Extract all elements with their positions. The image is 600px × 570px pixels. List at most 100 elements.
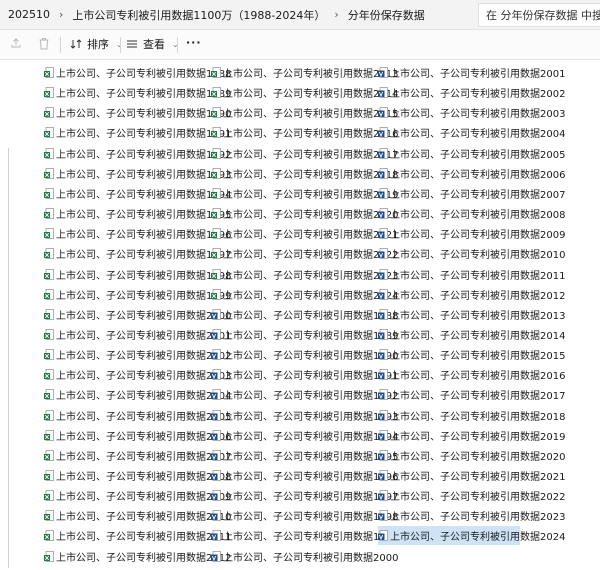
breadcrumb-item[interactable]: 分年份保存数据 (348, 7, 425, 23)
file-item[interactable]: 上市公司、子公司专利被引用数据2021 (378, 466, 565, 485)
file-item[interactable]: 上市公司、子公司专利被引用数据2017 (211, 144, 398, 163)
file-item[interactable]: 上市公司、子公司专利被引用数据2021 (211, 224, 398, 243)
file-item[interactable]: 上市公司、子公司专利被引用数据1995 (211, 446, 398, 465)
file-item[interactable]: 上市公司、子公司专利被引用数据2018 (211, 164, 398, 183)
file-item[interactable]: 上市公司、子公司专利被引用数据1999 (44, 285, 231, 304)
file-item[interactable]: 上市公司、子公司专利被引用数据1990 (211, 345, 398, 364)
file-item[interactable]: 上市公司、子公司专利被引用数据2006 (378, 164, 565, 183)
file-item[interactable]: 上市公司、子公司专利被引用数据2011 (378, 265, 565, 284)
file-item[interactable]: 上市公司、子公司专利被引用数据2010 (44, 506, 231, 525)
delete-icon[interactable] (38, 37, 50, 53)
file-item[interactable]: 上市公司、子公司专利被引用数据1996 (211, 466, 398, 485)
file-item[interactable]: 上市公司、子公司专利被引用数据2014 (211, 83, 398, 102)
file-item[interactable]: 上市公司、子公司专利被引用数据2022 (211, 244, 398, 263)
file-item[interactable]: 上市公司、子公司专利被引用数据2016 (378, 365, 565, 384)
file-item[interactable]: 上市公司、子公司专利被引用数据2020 (211, 204, 398, 223)
file-item[interactable]: 上市公司、子公司专利被引用数据2000 (211, 547, 398, 566)
file-item[interactable]: 上市公司、子公司专利被引用数据2008 (378, 204, 565, 223)
file-item[interactable]: 上市公司、子公司专利被引用数据2008 (44, 466, 231, 485)
file-item[interactable]: 上市公司、子公司专利被引用数据1995 (44, 204, 231, 223)
file-item[interactable]: 上市公司、子公司专利被引用数据2024 (211, 285, 398, 304)
document-file-icon (378, 87, 388, 99)
file-item[interactable]: 上市公司、子公司专利被引用数据2003 (378, 103, 565, 122)
file-item[interactable]: 上市公司、子公司专利被引用数据1997 (211, 486, 398, 505)
file-item[interactable]: 上市公司、子公司专利被引用数据1989 (211, 325, 398, 344)
address-bar[interactable]: 202510 › 上市公司专利被引用数据1100万（1988-2024年） › … (0, 0, 600, 30)
file-item[interactable]: 上市公司、子公司专利被引用数据2007 (378, 184, 565, 203)
file-item[interactable]: 上市公司、子公司专利被引用数据2018 (378, 406, 565, 425)
file-item[interactable]: 上市公司、子公司专利被引用数据2002 (44, 345, 231, 364)
file-item[interactable]: 上市公司、子公司专利被引用数据1994 (44, 184, 231, 203)
view-button[interactable]: 查看 ⌄ (126, 36, 179, 52)
file-item[interactable]: 上市公司、子公司专利被引用数据2015 (378, 345, 565, 364)
file-item[interactable]: 上市公司、子公司专利被引用数据2023 (378, 506, 565, 525)
sort-label: 排序 (87, 38, 109, 51)
file-item[interactable]: 上市公司、子公司专利被引用数据2022 (378, 486, 565, 505)
file-item[interactable]: 上市公司、子公司专利被引用数据2001 (44, 325, 231, 344)
file-item[interactable]: 上市公司、子公司专利被引用数据2001 (378, 63, 565, 82)
file-item[interactable]: 上市公司、子公司专利被引用数据2017 (378, 385, 565, 404)
file-item[interactable]: 上市公司、子公司专利被引用数据1992 (44, 144, 231, 163)
file-item[interactable]: 上市公司、子公司专利被引用数据2000 (44, 305, 231, 324)
file-name: 上市公司、子公司专利被引用数据1992 (223, 391, 399, 403)
file-item[interactable]: 上市公司、子公司专利被引用数据2020 (378, 446, 565, 465)
file-name: 上市公司、子公司专利被引用数据1997 (56, 250, 232, 262)
file-item[interactable]: 上市公司、子公司专利被引用数据2016 (211, 123, 398, 142)
file-item[interactable]: 上市公司、子公司专利被引用数据1996 (44, 224, 231, 243)
file-item[interactable]: 上市公司、子公司专利被引用数据2019 (211, 184, 398, 203)
file-name: 上市公司、子公司专利被引用数据2001 (390, 69, 566, 80)
file-item[interactable]: 上市公司、子公司专利被引用数据2006 (44, 426, 231, 445)
file-item[interactable]: 上市公司、子公司专利被引用数据1998 (211, 506, 398, 525)
file-name: 上市公司、子公司专利被引用数据2016 (390, 371, 566, 383)
file-item[interactable]: 上市公司、子公司专利被引用数据2011 (44, 526, 231, 545)
file-item[interactable]: 上市公司、子公司专利被引用数据2005 (44, 406, 231, 425)
file-item[interactable]: 上市公司、子公司专利被引用数据1999 (211, 526, 398, 545)
file-item[interactable]: 上市公司、子公司专利被引用数据1993 (44, 164, 231, 183)
file-item[interactable]: 上市公司、子公司专利被引用数据2013 (378, 305, 565, 324)
file-name: 上市公司、子公司专利被引用数据2007 (56, 451, 232, 463)
breadcrumb-item[interactable]: 上市公司专利被引用数据1100万（1988-2024年） (72, 7, 325, 23)
file-item[interactable]: 上市公司、子公司专利被引用数据1991 (211, 365, 398, 384)
file-item[interactable]: 上市公司、子公司专利被引用数据2009 (44, 486, 231, 505)
file-name: 上市公司、子公司专利被引用数据2004 (56, 391, 232, 403)
file-item[interactable]: 上市公司、子公司专利被引用数据2005 (378, 144, 565, 163)
file-item[interactable]: 上市公司、子公司专利被引用数据2015 (211, 103, 398, 122)
file-item[interactable]: 上市公司、子公司专利被引用数据1998 (44, 265, 231, 284)
file-item[interactable]: 上市公司、子公司专利被引用数据1993 (211, 406, 398, 425)
file-item[interactable]: 上市公司、子公司专利被引用数据2014 (378, 325, 565, 344)
file-item[interactable]: 上市公司、子公司专利被引用数据1994 (211, 426, 398, 445)
document-file-icon (378, 187, 388, 199)
file-item[interactable]: 上市公司、子公司专利被引用数据1989 (44, 83, 231, 102)
file-item[interactable]: 上市公司、子公司专利被引用数据2019 (378, 426, 565, 445)
scrollbar-track[interactable] (8, 148, 9, 568)
command-bar: 排序 ⌄ 查看 ⌄ ··· (0, 30, 600, 60)
file-name: 上市公司、子公司专利被引用数据2000 (223, 552, 399, 564)
file-item[interactable]: 上市公司、子公司专利被引用数据2004 (378, 123, 565, 142)
file-item[interactable]: 上市公司、子公司专利被引用数据1988 (211, 305, 398, 324)
file-item[interactable]: 上市公司、子公司专利被引用数据1991 (44, 123, 231, 142)
file-item[interactable]: 上市公司、子公司专利被引用数据1992 (211, 385, 398, 404)
file-item[interactable]: 上市公司、子公司专利被引用数据2023 (211, 265, 398, 284)
share-icon[interactable] (10, 37, 22, 52)
file-item[interactable]: 上市公司、子公司专利被引用数据2007 (44, 446, 231, 465)
file-item[interactable]: 上市公司、子公司专利被引用数据2024 (378, 526, 565, 546)
file-item[interactable]: 上市公司、子公司专利被引用数据2010 (378, 244, 565, 263)
file-item[interactable]: 上市公司、子公司专利被引用数据2003 (44, 365, 231, 384)
file-item[interactable]: 上市公司、子公司专利被引用数据2002 (378, 83, 565, 102)
file-item[interactable]: 上市公司、子公司专利被引用数据1990 (44, 103, 231, 122)
sort-button[interactable]: 排序 ⌄ (70, 36, 123, 52)
document-file-icon (378, 248, 388, 260)
file-item[interactable]: 上市公司、子公司专利被引用数据1988 (44, 63, 231, 82)
file-item[interactable]: 上市公司、子公司专利被引用数据2012 (378, 285, 565, 304)
file-item[interactable]: 上市公司、子公司专利被引用数据2013 (211, 63, 398, 82)
file-item[interactable]: 上市公司、子公司专利被引用数据1997 (44, 244, 231, 263)
file-item[interactable]: 上市公司、子公司专利被引用数据2012 (44, 547, 231, 566)
file-name: 上市公司、子公司专利被引用数据2012 (390, 290, 566, 302)
breadcrumb-item[interactable]: 202510 (8, 8, 50, 21)
document-file-icon (211, 389, 221, 401)
file-item[interactable]: 上市公司、子公司专利被引用数据2004 (44, 385, 231, 404)
search-input[interactable]: 在 分年份保存数据 中搜索 (478, 3, 600, 27)
file-item[interactable]: 上市公司、子公司专利被引用数据2009 (378, 224, 565, 243)
more-button[interactable]: ··· (186, 36, 202, 49)
document-file-icon (378, 470, 388, 481)
